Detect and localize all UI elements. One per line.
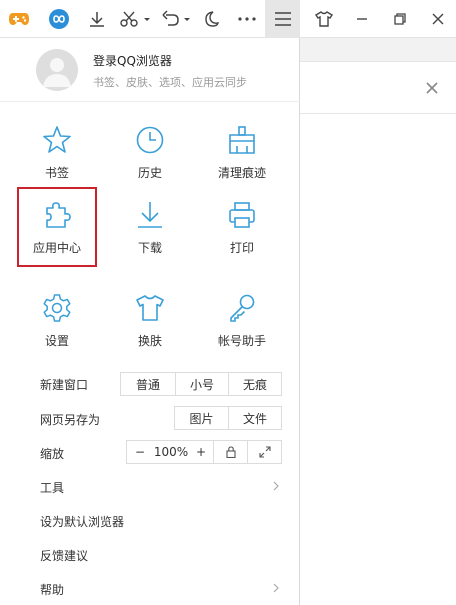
app-center-button[interactable]: 应用中心 [17, 187, 97, 267]
printer-icon [229, 202, 255, 228]
new-window-small[interactable]: 小号 [175, 373, 228, 395]
history-button[interactable]: 历史 [110, 114, 190, 194]
chevron-right-icon [273, 481, 279, 491]
history-label: 历史 [137, 166, 162, 180]
default-browser-item[interactable]: 设为默认浏览器 [40, 513, 124, 530]
tab-strip [300, 38, 456, 62]
moon-icon[interactable] [198, 0, 224, 38]
zoom-label: 缩放 [40, 447, 65, 461]
fullscreen-icon[interactable] [247, 441, 281, 463]
zoom-value: 100% [153, 445, 189, 459]
login-subtitle: 书签、皮肤、选项、应用云同步 [93, 76, 247, 89]
page-area [300, 38, 456, 605]
broom-icon [229, 126, 255, 154]
gear-icon [43, 294, 71, 322]
account-helper-button[interactable]: 帐号助手 [202, 282, 282, 362]
more-icon[interactable] [232, 0, 262, 38]
minimize-icon[interactable] [348, 0, 376, 38]
skins-button[interactable]: 换肤 [110, 282, 190, 362]
download-icon[interactable] [84, 0, 110, 38]
settings-label: 设置 [44, 334, 69, 348]
new-window-options: 普通 小号 无痕 [120, 372, 282, 396]
close-icon[interactable] [424, 80, 440, 96]
tools-item[interactable]: 工具 [40, 479, 64, 496]
save-as-label: 网页另存为 [40, 413, 101, 427]
save-as-image[interactable]: 图片 [175, 407, 228, 429]
lock-icon[interactable] [213, 441, 247, 463]
bookmarks-label: 书签 [44, 166, 69, 180]
key-icon [230, 294, 255, 322]
feedback-item[interactable]: 反馈建议 [40, 547, 88, 564]
menu-icon[interactable] [265, 0, 300, 38]
save-as-file[interactable]: 文件 [228, 407, 281, 429]
scissors-icon[interactable] [116, 0, 154, 38]
app-center-label: 应用中心 [32, 241, 81, 255]
avatar[interactable] [36, 49, 78, 91]
restore-icon[interactable] [386, 0, 414, 38]
save-as-options: 图片 文件 [174, 406, 282, 430]
shirt-icon [136, 295, 164, 321]
clear-traces-label: 清理痕迹 [217, 166, 266, 180]
bookmarks-button[interactable]: 书签 [17, 114, 97, 194]
zoom-in-button[interactable]: + [189, 441, 213, 463]
close-icon[interactable] [424, 0, 452, 38]
help-item[interactable]: 帮助 [40, 581, 64, 598]
login-link[interactable]: 登录QQ浏览器 [93, 52, 172, 69]
gamepad-icon[interactable] [4, 0, 34, 38]
clear-traces-button[interactable]: 清理痕迹 [202, 114, 282, 194]
account-helper-label: 帐号助手 [217, 334, 266, 348]
user-login-row[interactable]: 登录QQ浏览器 书签、皮肤、选项、应用云同步 [0, 38, 300, 102]
new-window-incognito[interactable]: 无痕 [228, 373, 281, 395]
new-window-label: 新建窗口 [40, 378, 89, 392]
new-window-normal[interactable]: 普通 [121, 373, 175, 395]
download-icon [138, 202, 162, 228]
downloads-button[interactable]: 下载 [110, 189, 190, 269]
puzzle-icon [46, 202, 71, 228]
infinity-icon[interactable] [44, 0, 74, 38]
zoom-out-button[interactable]: − [127, 441, 153, 463]
settings-button[interactable]: 设置 [17, 282, 97, 362]
clock-icon [136, 126, 164, 154]
undo-icon[interactable] [158, 0, 194, 38]
star-icon [43, 126, 71, 153]
browser-toolbar [0, 0, 456, 38]
zoom-controls: − 100% + [126, 440, 282, 464]
skins-label: 换肤 [137, 334, 162, 348]
downloads-label: 下载 [137, 241, 162, 255]
shirt-icon[interactable] [310, 0, 338, 38]
print-label: 打印 [229, 241, 254, 255]
chevron-right-icon [273, 583, 279, 593]
main-menu-panel: 登录QQ浏览器 书签、皮肤、选项、应用云同步 书签 历史 清理痕迹 应用中心 下… [0, 38, 300, 605]
print-button[interactable]: 打印 [202, 189, 282, 269]
